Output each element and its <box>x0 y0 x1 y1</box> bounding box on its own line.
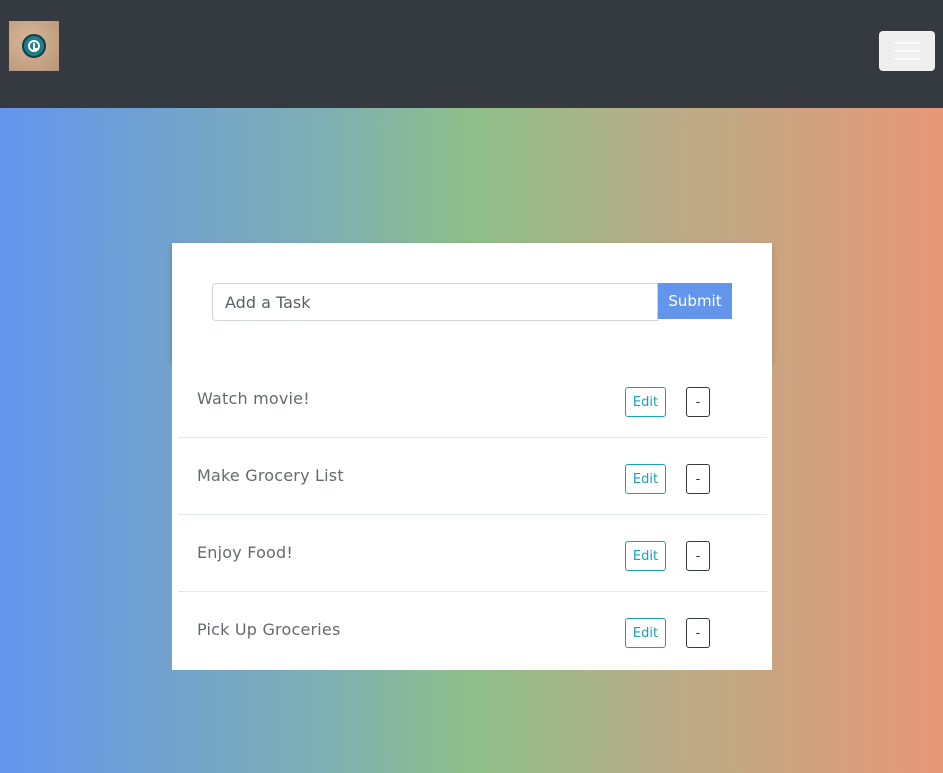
delete-task-button[interactable]: - <box>686 541 710 571</box>
task-label: Watch movie! <box>197 389 310 408</box>
task-label: Pick Up Groceries <box>197 620 341 639</box>
hamburger-icon-bar <box>894 50 920 52</box>
submit-button[interactable]: Submit <box>658 283 732 319</box>
task-row: Enjoy Food! Edit - <box>178 515 767 592</box>
hamburger-icon-bar <box>894 42 920 44</box>
navbar-toggle-button[interactable] <box>879 31 935 71</box>
delete-task-button[interactable]: - <box>686 387 710 417</box>
edit-task-button[interactable]: Edit <box>625 387 666 417</box>
add-task-card: Submit <box>172 243 772 361</box>
edit-task-button[interactable]: Edit <box>625 618 666 648</box>
task-label: Make Grocery List <box>197 466 344 485</box>
task-row: Watch movie! Edit - <box>178 361 767 438</box>
clock-logo-icon <box>22 34 46 58</box>
navbar <box>0 0 943 108</box>
app-logo[interactable] <box>9 21 59 71</box>
task-row: Make Grocery List Edit - <box>178 438 767 515</box>
task-list: Watch movie! Edit - Make Grocery List Ed… <box>172 361 772 670</box>
task-row: Pick Up Groceries Edit - <box>178 592 767 669</box>
hamburger-icon-bar <box>894 58 920 60</box>
task-label: Enjoy Food! <box>197 543 294 562</box>
add-task-input[interactable] <box>212 283 658 321</box>
delete-task-button[interactable]: - <box>686 464 710 494</box>
delete-task-button[interactable]: - <box>686 618 710 648</box>
edit-task-button[interactable]: Edit <box>625 464 666 494</box>
edit-task-button[interactable]: Edit <box>625 541 666 571</box>
